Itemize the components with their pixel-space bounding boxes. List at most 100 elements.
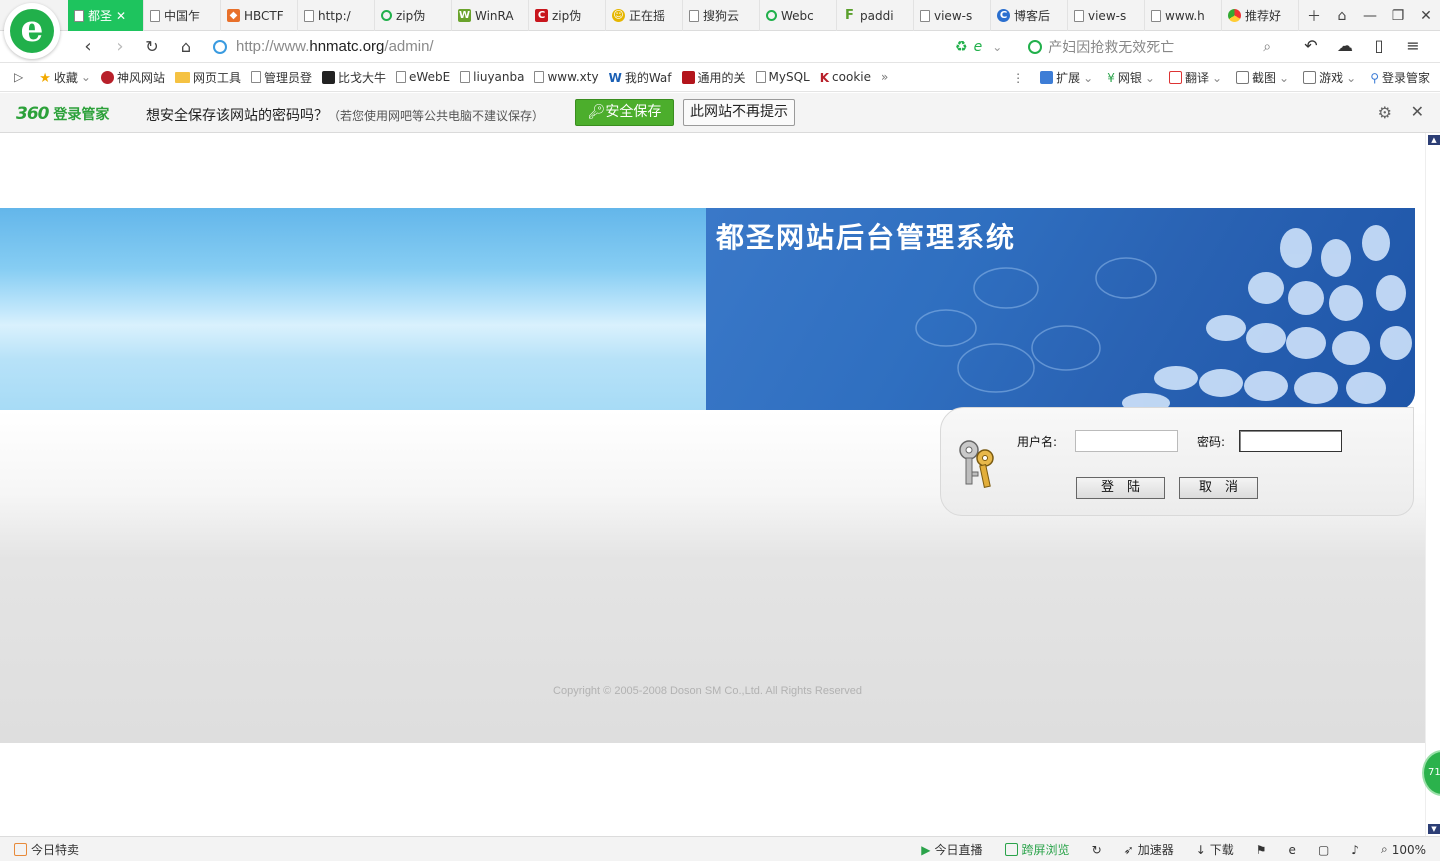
tab[interactable]: view-s xyxy=(914,0,991,31)
copyright-text: Copyright © 2005-2008 Doson SM Co.,Ltd. … xyxy=(553,685,862,697)
bookmark-item[interactable]: ★ 收藏 ⌄ xyxy=(39,69,91,86)
bookmark-label: cookie xyxy=(832,70,871,84)
tab[interactable]: Fpaddi xyxy=(837,0,914,31)
security-shield-icon[interactable]: ♻ xyxy=(955,39,968,55)
tab[interactable]: Czip伪 xyxy=(529,0,606,31)
site-icon xyxy=(100,70,114,84)
close-tab-icon[interactable]: ✕ xyxy=(116,9,126,23)
cnblogs-icon: C xyxy=(997,9,1010,22)
search-icon[interactable]: ⌕ xyxy=(1263,39,1271,55)
zoom-control[interactable]: ⌕ 100% xyxy=(1381,842,1426,857)
home-icon[interactable]: ⌂ xyxy=(174,36,198,58)
bm-right-label: 翻译 xyxy=(1184,71,1209,85)
status-bar: 今日特卖 ▶ 今日直播 跨屏浏览 ↻ ➶ 加速器 ↓ 下载 ⚑ e ▢ ♪ ⌕ 100% xyxy=(0,836,1440,861)
search-engine-icon[interactable] xyxy=(1028,40,1043,54)
login-panel: 用户名: 密码: 登 陆 取 消 xyxy=(940,407,1414,516)
bookmark-folder[interactable]: 网页工具 xyxy=(174,69,241,86)
scroll-up-arrow-icon[interactable]: ▲ xyxy=(1428,135,1440,145)
browser-logo[interactable]: e xyxy=(4,3,60,59)
cross-screen-button[interactable]: 跨屏浏览 xyxy=(1004,841,1070,858)
close-icon[interactable]: ✕ xyxy=(1411,102,1424,121)
url-path: /admin/ xyxy=(384,38,434,55)
keys-icon xyxy=(959,440,994,488)
bookmark-item[interactable]: liuyanba xyxy=(460,70,524,84)
extensions-button[interactable]: 扩展 ⌄ xyxy=(1040,69,1093,86)
status-item-label: 下载 xyxy=(1209,843,1234,857)
tab[interactable]: 搜狗云 xyxy=(683,0,760,31)
tab[interactable]: 推荐好 xyxy=(1222,0,1299,31)
maximize-icon[interactable]: ❐ xyxy=(1384,8,1412,24)
bookmark-item[interactable]: 管理员登 xyxy=(251,69,312,86)
username-input[interactable] xyxy=(1075,430,1178,452)
bookmark-item[interactable]: W 我的Waf xyxy=(609,69,672,86)
restore-tabs-icon[interactable]: ⌂ xyxy=(1328,8,1356,24)
scissors-icon xyxy=(1236,71,1250,84)
downloads-button[interactable]: ↓ 下载 xyxy=(1196,841,1234,858)
vertical-scrollbar[interactable]: ▲ ▼ xyxy=(1425,133,1440,836)
sidebar-toggle-icon[interactable]: ▷ xyxy=(14,70,23,84)
search-input[interactable]: 产妇因抢救无效死亡 xyxy=(1048,37,1263,57)
bookmark-item[interactable]: www.xty xyxy=(534,70,599,84)
site-info-icon[interactable] xyxy=(213,40,227,54)
daily-deals-link[interactable]: 今日特卖 xyxy=(14,841,79,858)
tab[interactable]: 中国乍 xyxy=(144,0,221,31)
cancel-button[interactable]: 取 消 xyxy=(1179,477,1258,499)
tab-strip: 都圣 ✕ 中国乍 ◆ HBCTF http:/ zip伪 W WinRA Czip伪… xyxy=(0,0,1440,31)
screenshot-button[interactable]: 截图 ⌄ xyxy=(1236,69,1289,86)
tab[interactable]: http:/ xyxy=(298,0,375,31)
tab-label: 中国乍 xyxy=(164,9,201,23)
window-icon[interactable]: ▢ xyxy=(1318,843,1329,857)
gear-icon[interactable]: ⚙ xyxy=(1378,103,1392,122)
bookmark-item[interactable]: eWebE xyxy=(396,70,450,84)
url-field[interactable]: http://www.hnmatc.org/admin/ xyxy=(236,38,434,55)
scroll-down-arrow-icon[interactable]: ▼ xyxy=(1428,824,1440,834)
bookmark-item[interactable]: 神风网站 xyxy=(100,69,165,86)
bookmark-label: liuyanba xyxy=(473,70,525,84)
tab[interactable]: ☺ 正在摇 xyxy=(606,0,683,31)
close-window-icon[interactable]: ✕ xyxy=(1412,8,1440,24)
phone-icon[interactable]: ▯ xyxy=(1362,36,1396,55)
tab-active[interactable]: 都圣 ✕ xyxy=(68,0,144,31)
tab[interactable]: view-s xyxy=(1068,0,1145,31)
translate-button[interactable]: 翻译 ⌄ xyxy=(1168,69,1222,86)
minimize-icon[interactable]: — xyxy=(1356,8,1384,24)
tab[interactable]: W WinRA xyxy=(452,0,529,31)
tab[interactable]: www.h xyxy=(1145,0,1222,31)
never-for-site-button[interactable]: 此网站不再提示 xyxy=(683,99,795,126)
bookmark-item[interactable]: Kcookie xyxy=(820,70,871,85)
bookmark-item[interactable]: MySQL xyxy=(755,70,810,84)
ebank-button[interactable]: ¥ 网银 ⌄ xyxy=(1107,69,1155,86)
bookmark-item[interactable]: 通用的关 xyxy=(681,69,746,86)
new-tab-icon[interactable]: ＋ xyxy=(1300,6,1328,26)
forward-icon[interactable]: › xyxy=(108,36,132,58)
tab[interactable]: ◆ HBCTF xyxy=(221,0,298,31)
page-icon xyxy=(396,71,407,83)
undo-icon[interactable]: ↶ xyxy=(1294,36,1328,55)
flag-icon[interactable]: ⚑ xyxy=(1256,843,1267,857)
tab-label: view-s xyxy=(934,8,973,23)
ie-icon[interactable]: e xyxy=(1289,843,1296,857)
more-vert-icon[interactable]: ⋮ xyxy=(1012,71,1024,85)
dropdown-chevron-icon[interactable]: ⌄ xyxy=(992,40,1002,54)
accelerator-button[interactable]: ➶ 加速器 xyxy=(1124,841,1174,858)
bookmark-item[interactable]: 比戈大牛 xyxy=(322,69,386,86)
tab[interactable]: C 博客后 xyxy=(991,0,1068,31)
password-input[interactable] xyxy=(1239,430,1342,452)
ie-mode-icon[interactable]: e xyxy=(974,39,983,55)
sound-icon[interactable]: ♪ xyxy=(1351,843,1359,857)
tab[interactable]: Webc xyxy=(760,0,837,31)
menu-icon[interactable]: ≡ xyxy=(1396,36,1430,55)
tab[interactable]: zip伪 xyxy=(375,0,452,31)
login-button[interactable]: 登 陆 xyxy=(1076,477,1165,499)
safe-save-button[interactable]: 🔑︎安全保存 xyxy=(575,99,674,126)
cloud-icon[interactable]: ☁ xyxy=(1328,36,1362,55)
reload-icon[interactable]: ↻ xyxy=(140,36,164,58)
refresh-status-icon[interactable]: ↻ xyxy=(1092,843,1102,857)
games-button[interactable]: 游戏 ⌄ xyxy=(1303,69,1356,86)
live-today-button[interactable]: ▶ 今日直播 xyxy=(921,841,982,858)
search-icon xyxy=(381,10,392,21)
bookmark-more-button[interactable]: » xyxy=(881,70,888,84)
folder-icon xyxy=(174,71,190,83)
back-icon[interactable]: ‹ xyxy=(76,36,100,58)
login-manager-button[interactable]: ⚲ 登录管家 xyxy=(1370,69,1430,86)
